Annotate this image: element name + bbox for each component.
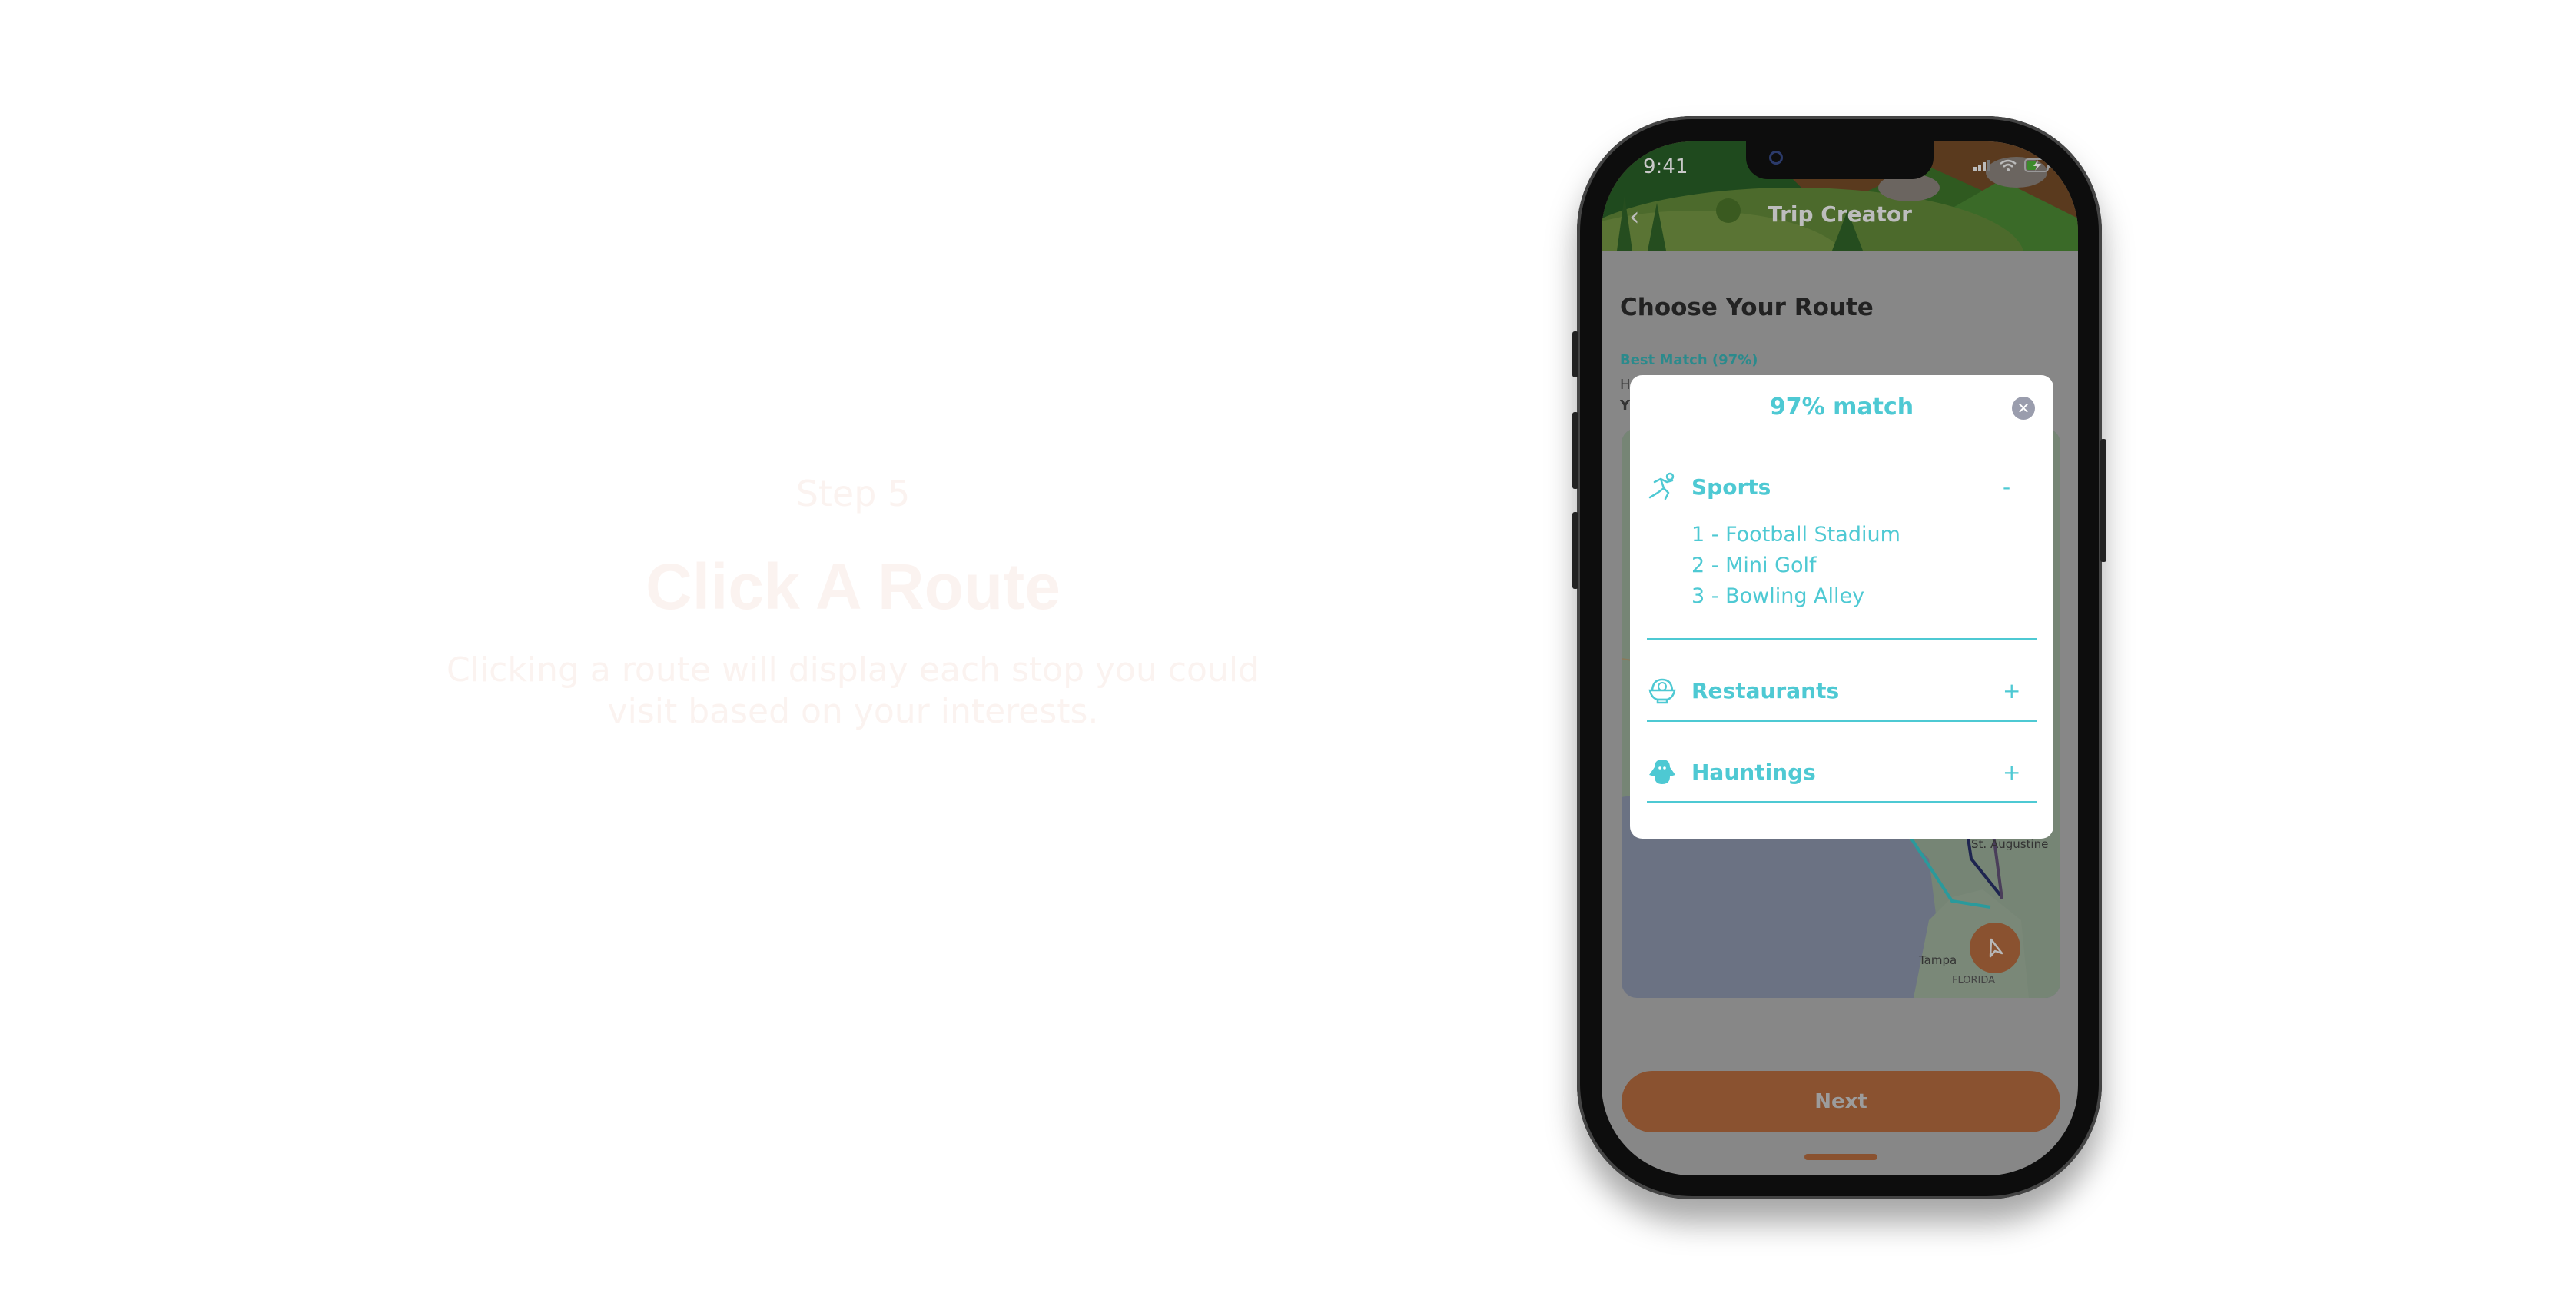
category-label: Restaurants xyxy=(1691,677,1840,703)
status-time: 9:41 xyxy=(1643,155,1688,178)
expand-toggle[interactable]: + xyxy=(2003,678,2020,703)
expand-toggle[interactable]: + xyxy=(2003,760,2020,785)
route-detail-line: H xyxy=(1620,377,1631,393)
map-label: St. Augustine xyxy=(1971,837,2049,851)
best-match-label[interactable]: Best Match (97%) xyxy=(1620,352,1758,368)
volume-up-button xyxy=(1572,412,1578,489)
headline: Click A Route xyxy=(646,550,1061,623)
header-banner: 9:41 ‹ Trip Creator xyxy=(1602,141,2078,251)
volume-down-button xyxy=(1572,512,1578,589)
divider xyxy=(1647,801,2037,803)
stop-item[interactable]: 1 - Football Stadium xyxy=(1691,523,1900,547)
category-hauntings[interactable]: Hauntings + xyxy=(1647,756,2037,787)
home-indicator xyxy=(1804,1154,1877,1160)
page-title: Choose Your Route xyxy=(1620,294,1874,321)
header-title: Trip Creator xyxy=(1768,201,1912,227)
battery-charging-icon xyxy=(2024,158,2051,172)
notch xyxy=(1746,141,1934,179)
close-icon: ✕ xyxy=(2017,399,2030,417)
category-restaurants[interactable]: Restaurants + xyxy=(1647,675,2037,706)
power-button xyxy=(2100,439,2106,562)
description-line-2: visit based on your interests. xyxy=(607,692,1099,731)
step-label: Step 5 xyxy=(795,473,911,514)
route-detail-line: Y xyxy=(1620,397,1631,414)
app-screen: 9:41 ‹ Trip Creator Choose Your Route Be… xyxy=(1602,141,2078,1175)
navigate-button[interactable] xyxy=(1970,923,2020,973)
next-button[interactable]: Next xyxy=(1622,1071,2060,1132)
category-label: Hauntings xyxy=(1691,759,1816,785)
stop-item[interactable]: 2 - Mini Golf xyxy=(1691,554,1817,577)
category-sports[interactable]: Sports - xyxy=(1647,471,2037,502)
map-label: FLORIDA xyxy=(1952,975,1996,986)
modal-title: 97% match xyxy=(1769,394,1914,421)
wifi-icon xyxy=(2000,159,2017,171)
close-button[interactable]: ✕ xyxy=(2012,397,2035,420)
navigation-arrow-icon xyxy=(1989,938,2003,958)
running-person-icon xyxy=(1648,472,1675,500)
phone-mockup: 9:41 ‹ Trip Creator Choose Your Route Be… xyxy=(1572,116,2106,1199)
collapse-toggle[interactable]: - xyxy=(2003,474,2010,500)
camera-icon xyxy=(1769,151,1783,165)
map-label: Tampa xyxy=(1919,953,1957,967)
stop-item[interactable]: 3 - Bowling Alley xyxy=(1691,584,1864,608)
signal-icon xyxy=(1973,160,1990,171)
category-label: Sports xyxy=(1691,474,1771,500)
food-bowl-icon xyxy=(1648,678,1676,704)
status-icons xyxy=(1973,158,2052,172)
description: Clicking a route will display each stop … xyxy=(415,650,1291,733)
ghost-icon xyxy=(1649,760,1675,784)
divider xyxy=(1647,638,2037,640)
divider xyxy=(1647,720,2037,722)
match-modal: 97% match ✕ Sports - 1 - Football Stadiu… xyxy=(1630,375,2053,839)
mute-switch xyxy=(1572,331,1578,377)
description-line-1: Clicking a route will display each stop … xyxy=(446,650,1260,690)
